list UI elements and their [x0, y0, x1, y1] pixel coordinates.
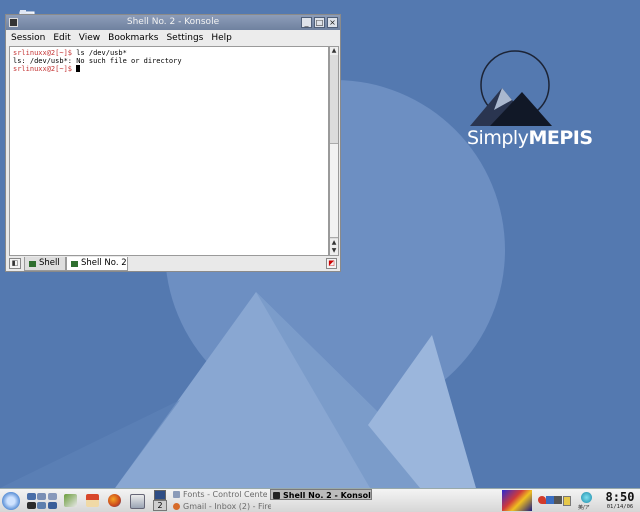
- terminal-prompt: srlinuxx@2[~]$: [13, 49, 73, 57]
- terminal-cursor: [76, 65, 81, 72]
- taskbar: 2 Fonts - Control Center Gmail - Inbox (…: [0, 488, 640, 512]
- input-method-label[interactable]: 英/ア: [578, 504, 590, 511]
- scroll-down-icon[interactable]: ▼: [330, 247, 338, 255]
- menu-session[interactable]: Session: [11, 30, 45, 46]
- menu-settings[interactable]: Settings: [166, 30, 203, 46]
- globe-icon[interactable]: [581, 492, 592, 503]
- konsole-window[interactable]: Shell No. 2 - Konsole _ □ × Session Edit…: [5, 14, 341, 272]
- window-list-icon[interactable]: [37, 493, 46, 500]
- konsole-icon[interactable]: [9, 18, 18, 27]
- menu-bookmarks[interactable]: Bookmarks: [108, 30, 158, 46]
- task-shell-konsole[interactable]: Shell No. 2 - Konsole: [270, 489, 372, 500]
- show-desktop-icon[interactable]: [27, 493, 36, 500]
- kde-menu-icon[interactable]: [2, 492, 20, 510]
- menu-help[interactable]: Help: [211, 30, 232, 46]
- volume-icon[interactable]: [554, 496, 562, 504]
- vertical-scrollbar[interactable]: ▲ ▲ ▼: [329, 46, 339, 256]
- task-gmail-firefox[interactable]: Gmail - Inbox (2) - Fire: [171, 501, 271, 512]
- menubar: Session Edit View Bookmarks Settings Hel…: [6, 30, 340, 46]
- terminal-prompt: srlinuxx@2[~]$: [13, 65, 73, 73]
- settings-icon[interactable]: [48, 502, 57, 509]
- clock-date: 01/14/06: [606, 504, 634, 510]
- home-icon[interactable]: [86, 494, 99, 507]
- close-session-icon[interactable]: ◩: [326, 258, 337, 269]
- pager[interactable]: 2: [152, 489, 168, 512]
- kate-icon[interactable]: [64, 494, 77, 507]
- tab-shell-no-2[interactable]: Shell No. 2: [66, 257, 128, 271]
- terminal-icon[interactable]: [27, 502, 36, 509]
- scroll-up-icon[interactable]: ▲: [330, 239, 338, 247]
- clock-time: 8:50: [605, 490, 635, 504]
- menu-view[interactable]: View: [79, 30, 100, 46]
- terminal-output: ls: /dev/usb*: No such file or directory: [13, 57, 182, 65]
- tray-app-icon[interactable]: [502, 490, 532, 511]
- terminal-area[interactable]: srlinuxx@2[~]$ ls /dev/usb* ls: /dev/usb…: [9, 46, 329, 256]
- window-title: Shell No. 2 - Konsole: [126, 17, 220, 27]
- battery-icon[interactable]: [563, 496, 571, 506]
- maximize-button[interactable]: □: [314, 17, 325, 28]
- control-center-icon: [173, 491, 180, 498]
- terminal-command: ls /dev/usb*: [72, 49, 127, 57]
- firefox-icon[interactable]: [108, 494, 121, 507]
- heart-icon[interactable]: [538, 496, 546, 504]
- close-button[interactable]: ×: [327, 17, 338, 28]
- menu-edit[interactable]: Edit: [53, 30, 70, 46]
- konqueror-icon[interactable]: [130, 494, 145, 509]
- terminal-icon: [29, 260, 36, 267]
- scroll-up-icon[interactable]: ▲: [330, 47, 338, 55]
- minimize-button[interactable]: _: [301, 17, 312, 28]
- terminal-icon: [273, 492, 280, 499]
- file-manager-icon[interactable]: [48, 493, 57, 500]
- terminal-icon: [71, 260, 78, 267]
- simplymepis-logo: SimplyMEPIS: [467, 127, 593, 149]
- window-titlebar[interactable]: Shell No. 2 - Konsole _ □ ×: [6, 15, 340, 30]
- session-tabbar: ◧ Shell Shell No. 2 ◩: [6, 257, 340, 271]
- firefox-icon: [173, 503, 180, 510]
- tab-shell[interactable]: Shell: [24, 257, 66, 271]
- network-icon[interactable]: [546, 496, 554, 504]
- scrollbar-thumb[interactable]: [330, 143, 338, 238]
- pager-icon[interactable]: [154, 490, 166, 500]
- new-session-icon[interactable]: ◧: [9, 258, 21, 269]
- clock[interactable]: 8:50 01/14/06: [603, 491, 637, 511]
- task-fonts-control-center[interactable]: Fonts - Control Center: [171, 489, 267, 500]
- control-center-icon[interactable]: [37, 502, 46, 509]
- desktop-number[interactable]: 2: [153, 500, 167, 511]
